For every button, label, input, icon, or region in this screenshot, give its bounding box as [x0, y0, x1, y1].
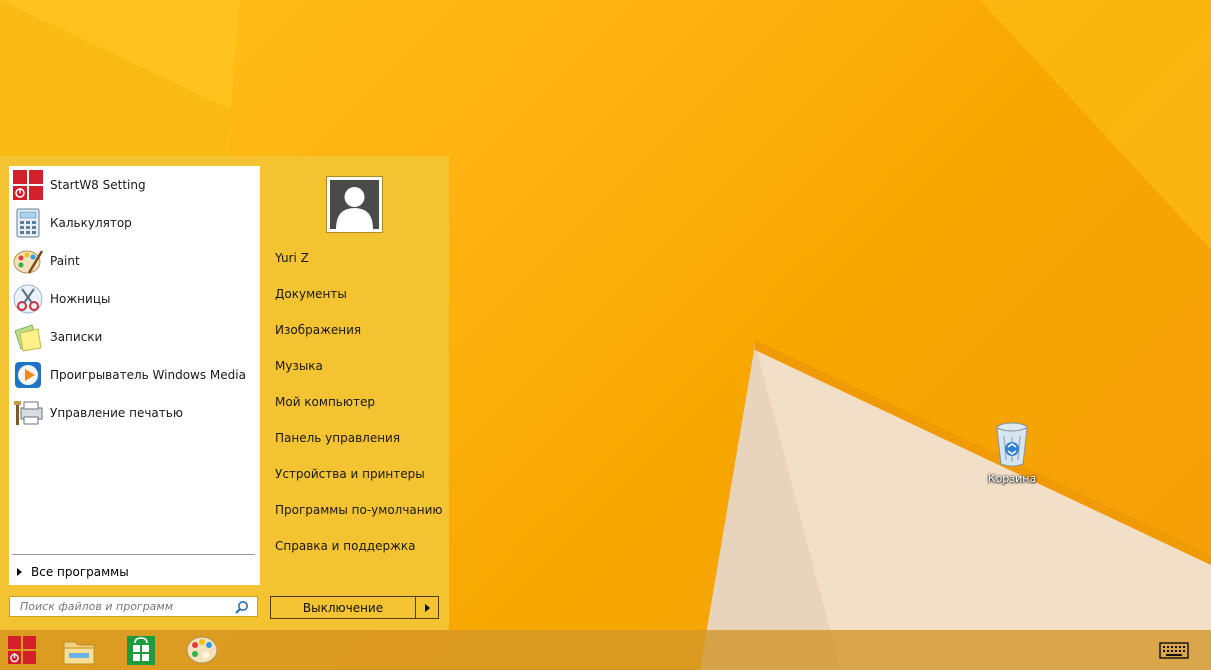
link-music[interactable]: Музыка [275, 359, 323, 373]
program-paint[interactable]: Paint [9, 242, 260, 280]
store-icon [127, 636, 155, 665]
program-sticky-notes[interactable]: Записки [9, 318, 260, 356]
separator [12, 554, 255, 555]
program-label: Управление печатью [50, 406, 183, 420]
shutdown-button[interactable]: Выключение [271, 597, 416, 618]
paint-icon [12, 245, 44, 277]
arrow-right-icon [17, 568, 22, 576]
search-input[interactable] [10, 597, 232, 616]
paint-icon [186, 636, 218, 664]
all-programs-button[interactable]: Все программы [9, 562, 260, 582]
program-label: Ножницы [50, 292, 111, 306]
scissors-icon [12, 283, 44, 315]
user-silhouette-icon [336, 187, 373, 229]
link-devices-printers[interactable]: Устройства и принтеры [275, 467, 425, 481]
shutdown-options-button[interactable] [416, 597, 438, 618]
program-print-management[interactable]: Управление печатью [9, 394, 260, 432]
link-default-programs[interactable]: Программы по-умолчанию [275, 503, 443, 517]
all-programs-label: Все программы [31, 565, 129, 579]
user-name-link[interactable]: Yuri Z [275, 251, 309, 265]
print-management-icon [12, 397, 44, 429]
startw8-icon [12, 169, 44, 201]
program-label: Записки [50, 330, 103, 344]
link-documents[interactable]: Документы [275, 287, 347, 301]
program-calculator[interactable]: Калькулятор [9, 204, 260, 242]
taskbar-paint[interactable] [184, 633, 220, 667]
link-computer[interactable]: Мой компьютер [275, 395, 375, 409]
desktop-icon-label: Корзина [987, 472, 1037, 485]
program-label: Калькулятор [50, 216, 132, 230]
link-pictures[interactable]: Изображения [275, 323, 361, 337]
taskbar [0, 630, 1211, 670]
user-avatar[interactable] [326, 176, 383, 233]
start-menu: StartW8 Setting Калькулятор Paint Ножниц… [0, 156, 449, 630]
shutdown-control: Выключение [270, 596, 439, 619]
link-control-panel[interactable]: Панель управления [275, 431, 400, 445]
search-icon[interactable] [235, 600, 249, 614]
file-explorer-icon [63, 641, 95, 665]
sticky-notes-icon [12, 321, 44, 353]
link-help-support[interactable]: Справка и поддержка [275, 539, 416, 553]
recycle-bin-icon [996, 422, 1028, 467]
program-label: Paint [50, 254, 80, 268]
search-box [9, 596, 258, 617]
program-windows-media-player[interactable]: Проигрыватель Windows Media [9, 356, 260, 394]
taskbar-store[interactable] [122, 633, 158, 667]
program-startw8-setting[interactable]: StartW8 Setting [9, 166, 260, 204]
start-button[interactable] [4, 633, 40, 667]
desktop-icon-recycle-bin[interactable]: Корзина [986, 420, 1038, 490]
keyboard-icon [1159, 642, 1189, 659]
program-snipping-tool[interactable]: Ножницы [9, 280, 260, 318]
programs-pane: StartW8 Setting Калькулятор Paint Ножниц… [9, 166, 260, 585]
media-player-icon [12, 359, 44, 391]
touch-keyboard-button[interactable] [1157, 633, 1191, 667]
program-label: StartW8 Setting [50, 178, 146, 192]
desktop: All4OS.RU Корзина [0, 0, 1211, 670]
start-button-icon [8, 636, 36, 664]
calculator-icon [12, 207, 44, 239]
arrow-right-icon [424, 603, 430, 612]
taskbar-file-explorer[interactable] [61, 633, 97, 667]
program-label: Проигрыватель Windows Media [50, 368, 246, 382]
